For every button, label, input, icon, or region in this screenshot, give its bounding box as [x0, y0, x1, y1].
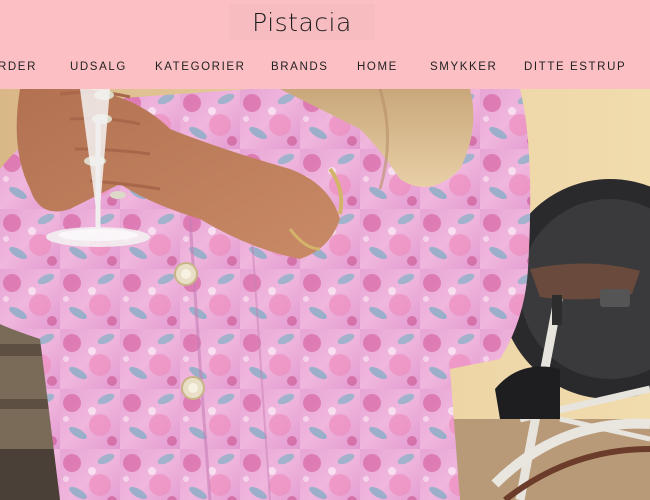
nav-item-smykker[interactable]: SMYKKER — [430, 59, 497, 75]
nav-item-udsalg[interactable]: UDSALG — [70, 59, 127, 75]
logo-text: Pistacia — [252, 7, 352, 37]
hero-banner[interactable] — [0, 89, 650, 500]
nav-item-order[interactable]: RDER — [0, 59, 37, 75]
hero-image — [0, 89, 650, 500]
main-navigation: RDER UDSALG KATEGORIER BRANDS HOME SMYKK… — [0, 59, 650, 75]
site-logo[interactable]: Pistacia — [229, 4, 375, 40]
nav-item-kategorier[interactable]: KATEGORIER — [155, 59, 246, 75]
nav-item-brands[interactable]: BRANDS — [271, 59, 329, 75]
page: Pistacia RDER UDSALG KATEGORIER BRANDS H… — [0, 0, 650, 500]
nav-item-ditte-estrup[interactable]: DITTE ESTRUP — [524, 59, 626, 75]
nav-item-home[interactable]: HOME — [357, 59, 398, 75]
site-header: Pistacia RDER UDSALG KATEGORIER BRANDS H… — [0, 0, 650, 89]
